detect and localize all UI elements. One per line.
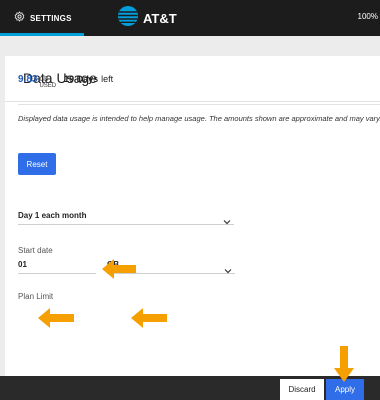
reset-button[interactable]: Reset [18, 153, 56, 175]
battery-status: 100% [357, 12, 378, 21]
annotation-arrow-start-date [102, 259, 136, 279]
divider [18, 104, 380, 105]
brand-name: AT&T [143, 10, 177, 26]
start-date-label: Start date [18, 246, 53, 255]
top-bar: SETTINGS AT&T 100% [0, 0, 380, 36]
discard-button[interactable]: Discard [280, 379, 324, 400]
active-tab-indicator [0, 33, 84, 36]
apply-button[interactable]: Apply [326, 379, 364, 400]
annotation-arrow-plan-limit [38, 308, 74, 328]
annotation-arrow-apply [334, 346, 354, 382]
plan-limit-label: Plan Limit [18, 292, 54, 301]
annotation-arrow-plan-unit [131, 308, 167, 328]
usage-disclaimer: Displayed data usage is intended to help… [18, 114, 380, 123]
data-usage-card: Data Usage [5, 56, 380, 400]
usage-summary: 9.83 GB USED 19 Days left [18, 74, 113, 90]
start-date-value: Day 1 each month [18, 211, 87, 220]
att-globe-logo [117, 5, 139, 32]
start-date-select[interactable]: Day 1 each month [18, 207, 234, 225]
tab-settings[interactable]: SETTINGS [0, 0, 84, 36]
plan-limit-value: 01 [18, 260, 27, 269]
settings-tab-label: SETTINGS [30, 13, 72, 23]
days-left-label: left [101, 74, 114, 84]
gear-icon [14, 9, 25, 27]
days-left-number: 19 Days [64, 74, 99, 84]
usage-unit: GB USED [39, 77, 56, 89]
usage-value: 9.83 [18, 74, 38, 85]
chevron-down-icon [224, 261, 232, 279]
plan-limit-input[interactable]: 01 [18, 256, 96, 274]
chevron-down-icon [223, 212, 231, 230]
brand-logo: AT&T [117, 5, 177, 32]
usage-unit-used: USED [39, 83, 57, 89]
